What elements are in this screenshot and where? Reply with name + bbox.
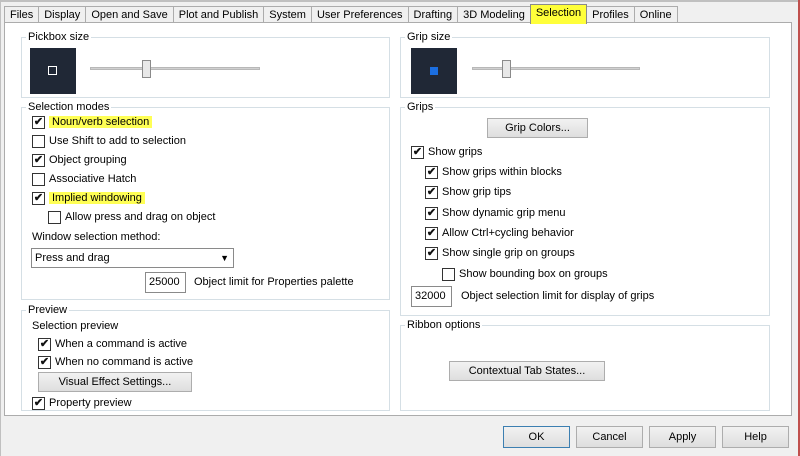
grip-size-slider-track[interactable] bbox=[472, 67, 640, 70]
ribbon-options-group: Ribbon options Contextual Tab States... bbox=[400, 318, 770, 411]
implied-windowing-row[interactable]: ✔ Implied windowing bbox=[32, 190, 145, 206]
bounding-box-on-groups-label: Show bounding box on groups bbox=[459, 268, 608, 280]
window-selection-method-select[interactable]: Press and drag ▼ bbox=[31, 248, 234, 268]
tab-selection[interactable]: Selection bbox=[529, 4, 588, 24]
chevron-down-icon: ▼ bbox=[220, 253, 229, 263]
object-limit-label: Object limit for Properties palette bbox=[194, 276, 354, 288]
grips-within-blocks-checkbox[interactable]: ✔ bbox=[425, 165, 438, 179]
noun-verb-checkbox[interactable]: ✔ bbox=[32, 115, 45, 129]
use-shift-row[interactable]: Use Shift to add to selection bbox=[32, 133, 186, 149]
use-shift-label: Use Shift to add to selection bbox=[49, 135, 186, 147]
pickbox-size-title: Pickbox size bbox=[26, 30, 92, 44]
grip-size-slider-thumb[interactable] bbox=[501, 60, 511, 78]
noun-verb-label: Noun/verb selection bbox=[49, 116, 153, 128]
bounding-box-on-groups-row[interactable]: Show bounding box on groups bbox=[442, 266, 608, 282]
grip-size-group: Grip size bbox=[400, 30, 770, 98]
dynamic-grip-menu-row[interactable]: ✔ Show dynamic grip menu bbox=[425, 205, 566, 221]
object-grouping-row[interactable]: ✔ Object grouping bbox=[32, 152, 127, 168]
associative-hatch-checkbox[interactable] bbox=[32, 172, 45, 186]
single-grip-on-groups-label: Show single grip on groups bbox=[442, 247, 575, 259]
allow-press-drag-label: Allow press and drag on object bbox=[65, 211, 216, 223]
when-no-command-checkbox[interactable]: ✔ bbox=[38, 355, 51, 369]
grip-colors-button[interactable]: Grip Colors... bbox=[487, 118, 588, 138]
grips-title: Grips bbox=[405, 100, 436, 114]
associative-hatch-row[interactable]: Associative Hatch bbox=[32, 171, 136, 187]
pickbox-preview bbox=[30, 48, 76, 94]
single-grip-on-groups-row[interactable]: ✔ Show single grip on groups bbox=[425, 245, 575, 261]
when-no-command-label: When no command is active bbox=[55, 356, 194, 368]
associative-hatch-label: Associative Hatch bbox=[49, 173, 137, 185]
help-button[interactable]: Help bbox=[722, 426, 789, 448]
property-preview-label: Property preview bbox=[49, 397, 132, 409]
object-grouping-label: Object grouping bbox=[49, 154, 127, 166]
show-grips-row[interactable]: ✔ Show grips bbox=[411, 144, 482, 160]
ctrl-cycling-row[interactable]: ✔ Allow Ctrl+cycling behavior bbox=[425, 225, 574, 241]
selection-modes-group: Selection modes ✔ Noun/verb selection Us… bbox=[21, 100, 390, 300]
grips-within-blocks-row[interactable]: ✔ Show grips within blocks bbox=[425, 164, 562, 180]
ctrl-cycling-checkbox[interactable]: ✔ bbox=[425, 226, 438, 240]
selection-modes-title: Selection modes bbox=[26, 100, 112, 114]
grip-tips-label: Show grip tips bbox=[442, 186, 512, 198]
grip-tips-row[interactable]: ✔ Show grip tips bbox=[425, 184, 511, 200]
pickbox-slider-thumb[interactable] bbox=[142, 60, 152, 78]
property-preview-row[interactable]: ✔ Property preview bbox=[32, 395, 132, 411]
when-command-active-checkbox[interactable]: ✔ bbox=[38, 337, 51, 351]
selection-tab-panel: Pickbox size Selection modes ✔ Noun/verb… bbox=[4, 22, 792, 416]
preview-group: Preview Selection preview ✔ When a comma… bbox=[21, 303, 390, 411]
property-preview-checkbox[interactable]: ✔ bbox=[32, 396, 45, 410]
window-frame-top bbox=[0, 0, 800, 2]
bounding-box-on-groups-checkbox[interactable] bbox=[442, 267, 455, 281]
grips-group: Grips Grip Colors... ✔ Show grips ✔ Show… bbox=[400, 100, 770, 316]
use-shift-checkbox[interactable] bbox=[32, 134, 45, 148]
grip-square-icon bbox=[430, 67, 438, 75]
show-grips-label: Show grips bbox=[428, 146, 483, 158]
implied-windowing-checkbox[interactable]: ✔ bbox=[32, 191, 45, 205]
tab-bar: Files Display Open and Save Plot and Pub… bbox=[4, 4, 678, 24]
allow-press-drag-row[interactable]: Allow press and drag on object bbox=[48, 209, 215, 225]
dynamic-grip-menu-checkbox[interactable]: ✔ bbox=[425, 206, 438, 220]
noun-verb-selection-row[interactable]: ✔ Noun/verb selection bbox=[32, 114, 153, 130]
contextual-tab-states-button[interactable]: Contextual Tab States... bbox=[449, 361, 605, 381]
selection-preview-label: Selection preview bbox=[32, 320, 119, 332]
object-limit-input[interactable]: 25000 bbox=[145, 272, 186, 293]
preview-title: Preview bbox=[26, 303, 70, 317]
when-no-command-row[interactable]: ✔ When no command is active bbox=[38, 354, 193, 370]
window-selection-method-value: Press and drag bbox=[35, 252, 110, 264]
when-command-active-label: When a command is active bbox=[55, 338, 188, 350]
ok-button[interactable]: OK bbox=[503, 426, 570, 448]
window-selection-method-label: Window selection method: bbox=[32, 231, 161, 243]
apply-button[interactable]: Apply bbox=[649, 426, 716, 448]
dynamic-grip-menu-label: Show dynamic grip menu bbox=[442, 207, 566, 219]
grip-limit-label: Object selection limit for display of gr… bbox=[461, 290, 655, 302]
single-grip-on-groups-checkbox[interactable]: ✔ bbox=[425, 246, 438, 260]
when-command-active-row[interactable]: ✔ When a command is active bbox=[38, 336, 187, 352]
cancel-button[interactable]: Cancel bbox=[576, 426, 643, 448]
show-grips-checkbox[interactable]: ✔ bbox=[411, 145, 424, 159]
pickbox-size-group: Pickbox size bbox=[21, 30, 390, 98]
grip-tips-checkbox[interactable]: ✔ bbox=[425, 185, 438, 199]
grip-size-title: Grip size bbox=[405, 30, 453, 44]
pickbox-slider-track[interactable] bbox=[90, 67, 260, 70]
ribbon-options-title: Ribbon options bbox=[405, 318, 483, 332]
implied-windowing-label: Implied windowing bbox=[49, 192, 145, 204]
grip-preview bbox=[411, 48, 457, 94]
pickbox-square-icon bbox=[48, 66, 57, 75]
grip-limit-input[interactable]: 32000 bbox=[411, 286, 452, 307]
visual-effect-settings-button[interactable]: Visual Effect Settings... bbox=[38, 372, 192, 392]
object-grouping-checkbox[interactable]: ✔ bbox=[32, 153, 45, 167]
ctrl-cycling-label: Allow Ctrl+cycling behavior bbox=[442, 227, 574, 239]
grips-within-blocks-label: Show grips within blocks bbox=[442, 166, 562, 178]
allow-press-drag-checkbox[interactable] bbox=[48, 210, 61, 224]
window-frame-left bbox=[0, 0, 1, 456]
